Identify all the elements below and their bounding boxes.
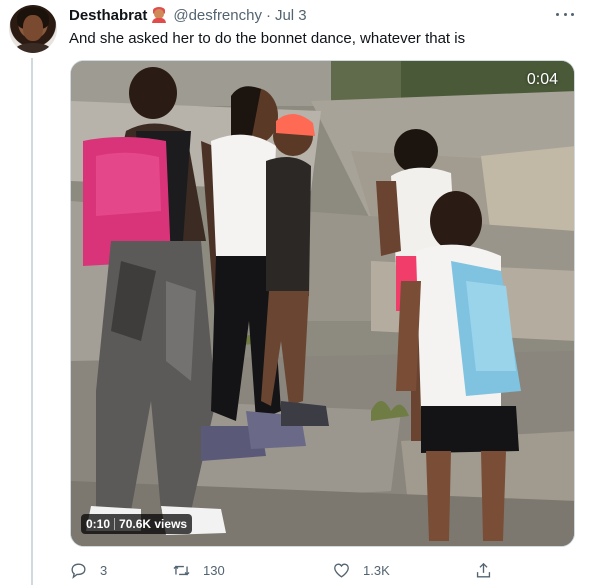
video-player[interactable]: 0:04 0:10 70.6K views bbox=[70, 60, 575, 547]
video-duration: 0:10 bbox=[86, 517, 111, 531]
video-frame bbox=[71, 61, 574, 546]
retweet-icon bbox=[173, 565, 190, 575]
reply-icon bbox=[71, 562, 86, 579]
like-button[interactable]: 1.3K bbox=[332, 558, 390, 582]
like-count: 1.3K bbox=[363, 562, 390, 578]
tweet-date[interactable]: Jul 3 bbox=[275, 7, 307, 24]
avatar[interactable] bbox=[9, 5, 57, 53]
share-icon bbox=[476, 562, 491, 578]
video-stats-badge: 0:10 70.6K views bbox=[81, 514, 193, 534]
tweet-header: Desthabrat @desfrenchy · Jul 3 bbox=[69, 5, 307, 25]
retweet-count: 130 bbox=[203, 562, 225, 578]
heart-icon bbox=[334, 562, 349, 578]
share-button[interactable] bbox=[474, 558, 493, 582]
tweet-text: And she asked her to do the bonnet dance… bbox=[69, 30, 466, 47]
thread-line bbox=[31, 58, 33, 585]
reply-count: 3 bbox=[100, 562, 108, 578]
author-handle[interactable]: @desfrenchy bbox=[173, 7, 262, 24]
woman-red-hair-emoji-icon bbox=[151, 7, 167, 23]
author-name[interactable]: Desthabrat bbox=[69, 7, 147, 24]
reply-button[interactable]: 3 bbox=[69, 558, 107, 582]
retweet-button[interactable]: 130 bbox=[172, 558, 225, 582]
separator-dot: · bbox=[265, 6, 271, 24]
video-timer: 0:04 bbox=[526, 71, 558, 88]
video-views: 70.6K views bbox=[119, 517, 188, 531]
more-options-icon[interactable] bbox=[556, 6, 574, 22]
tweet-actions: 3 130 1.3K bbox=[69, 558, 499, 582]
